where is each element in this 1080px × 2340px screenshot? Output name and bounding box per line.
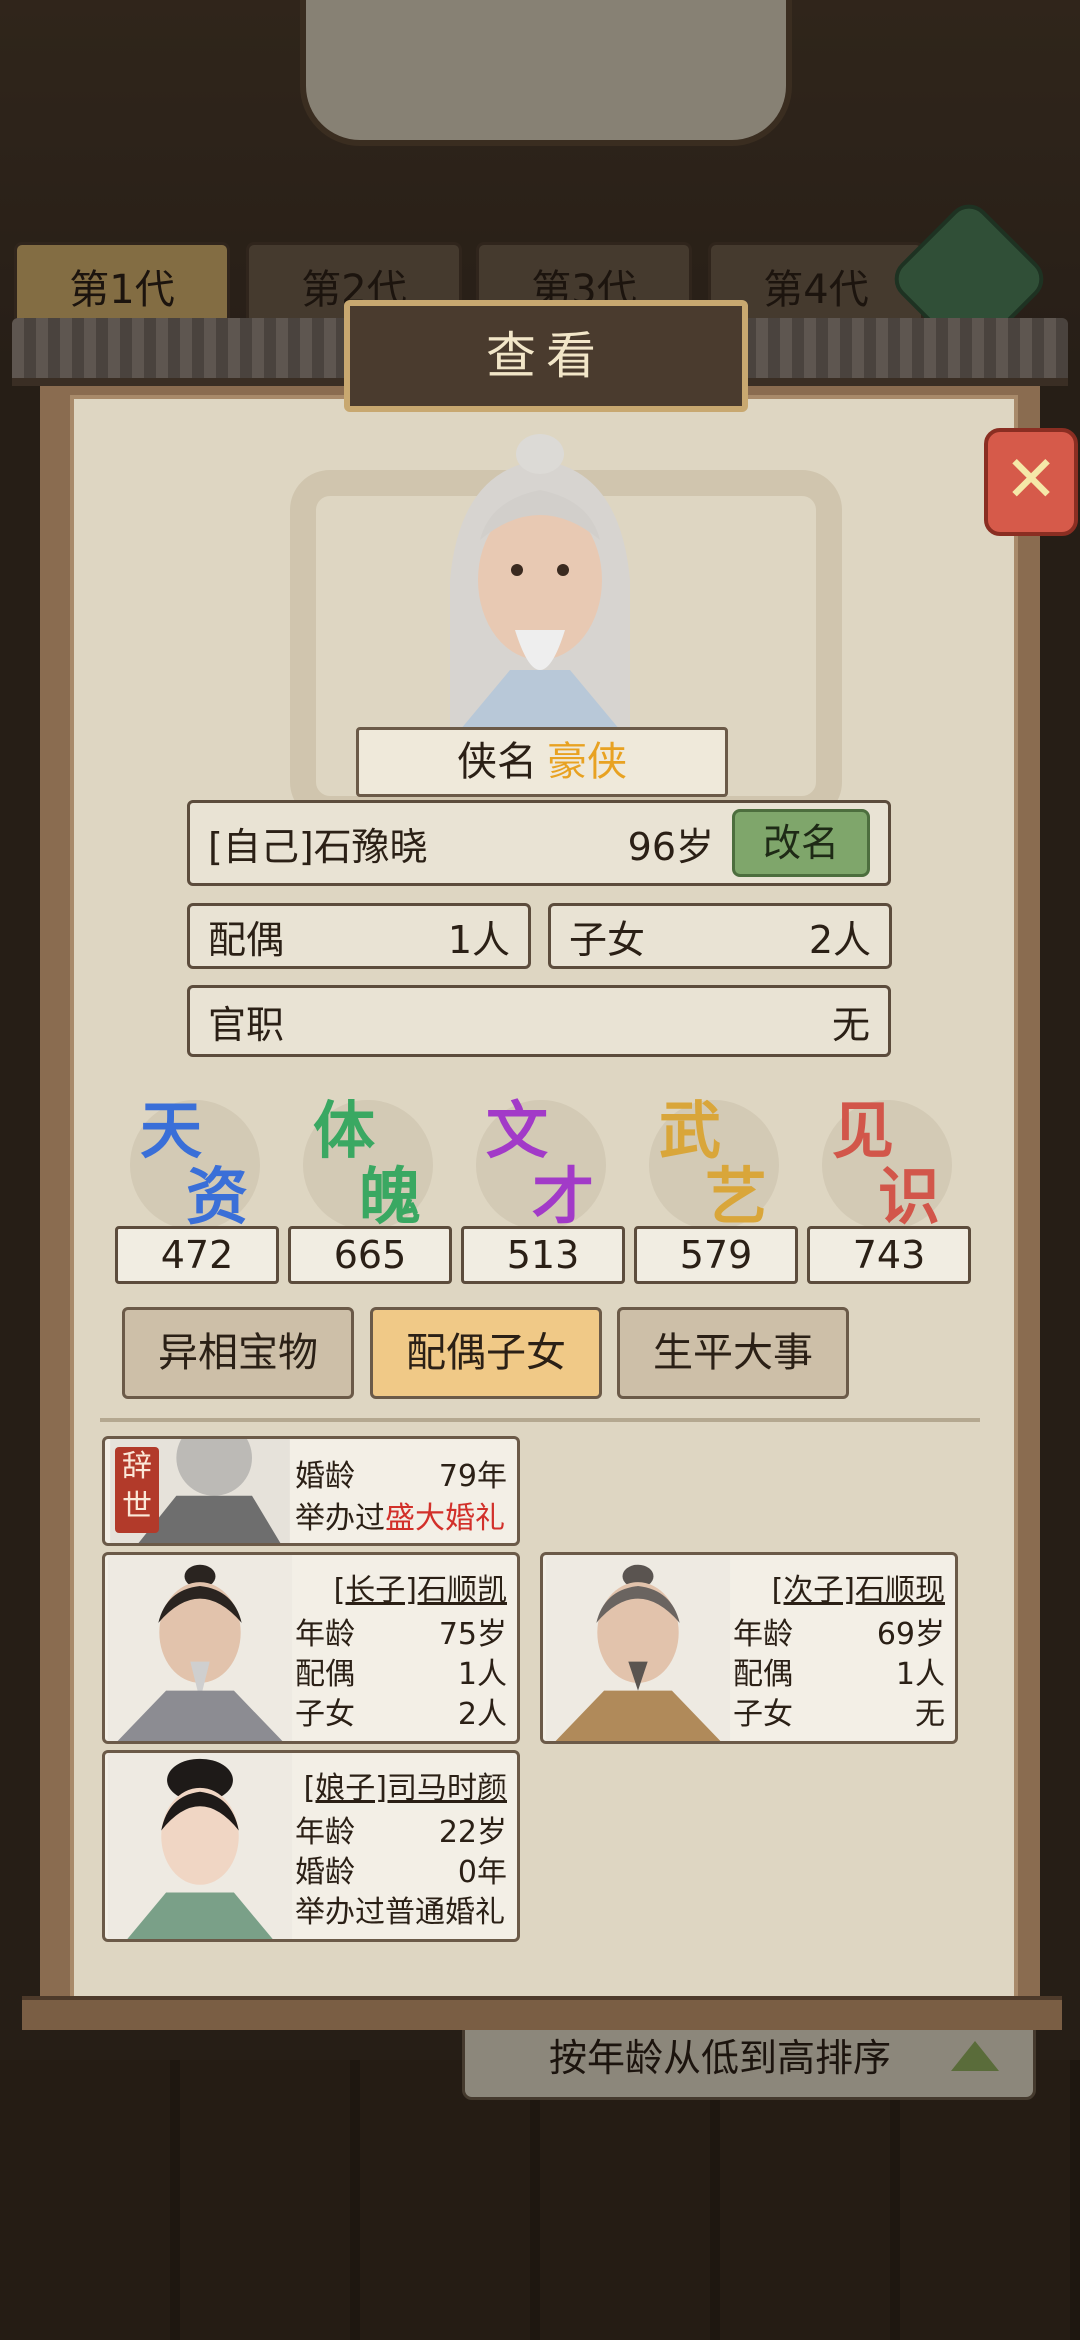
age-label: 年龄 [295,1617,355,1652]
stat-physique: 体 魄 [313,1080,433,1233]
spouse-label: 配偶 [208,917,285,962]
stat-value: 743 [807,1226,971,1284]
character-name: [自己]石豫晓 [208,824,428,869]
second-son-name[interactable]: [次子]石顺现 [733,1567,945,1608]
divider [100,1418,980,1422]
age-label: 年龄 [733,1617,793,1652]
age-label: 年龄 [295,1815,355,1850]
stat-char: 魄 [359,1160,422,1233]
marriage-age-label: 婚龄 [295,1855,355,1890]
family-card-deceased-wife[interactable]: 辞世 婚龄 79年 举办过 盛大婚礼 [102,1436,520,1546]
stat-char: 识 [878,1160,941,1233]
family-card-concubine[interactable]: [娘子]司马时颜 年龄 22岁 婚龄 0年 举办过普通婚礼 [102,1750,520,1942]
age-value: 69岁 [876,1617,945,1652]
concubine-name[interactable]: [娘子]司马时颜 [295,1765,507,1806]
spouse-count-box: 配偶 1人 [187,903,531,969]
age-value: 75岁 [438,1617,507,1652]
close-button[interactable]: ✕ [984,428,1078,536]
stat-value: 665 [288,1226,452,1284]
character-name-row: [自己]石豫晓 96岁 改名 [187,800,891,886]
stat-talent: 天 资 [140,1080,260,1233]
spouse-label: 配偶 [733,1657,793,1692]
children-value: 2人 [808,917,871,962]
stat-char: 艺 [705,1160,768,1233]
stat-value: 579 [634,1226,798,1284]
spouse-value: 1人 [447,917,510,962]
office-label: 官职 [208,1002,285,1047]
wedding-type: 盛大婚礼 [385,1501,505,1536]
tab-life-events[interactable]: 生平大事 [617,1307,849,1399]
marriage-age-value: 0年 [457,1855,507,1890]
tab-spouse-children[interactable]: 配偶子女 [370,1307,602,1399]
children-value: 无 [915,1697,945,1732]
children-count-box: 子女 2人 [548,903,892,969]
tab-treasures[interactable]: 异相宝物 [122,1307,354,1399]
office-value: 无 [831,1002,870,1047]
marriage-age-value: 79年 [438,1459,507,1494]
children-label: 子女 [569,917,646,962]
children-value: 2人 [457,1697,507,1732]
hero-title-tag: 侠名 豪侠 [356,727,728,797]
rename-button[interactable]: 改名 [732,809,870,877]
portrait-concubine [107,1753,293,1939]
stat-insight: 见 识 [832,1080,952,1233]
bottom-rail [22,1996,1062,2030]
dialog-title: 查看 [344,300,748,412]
stat-martial: 武 艺 [659,1080,779,1233]
deceased-badge: 辞世 [115,1447,159,1533]
age-value: 22岁 [438,1815,507,1850]
wedding-prefix: 举办过 [295,1501,385,1536]
character-portrait [450,434,630,730]
character-age: 96岁 [627,824,714,869]
spouse-value: 1人 [895,1657,945,1692]
hero-title-value: 豪侠 [547,739,627,785]
stat-char: 才 [532,1160,595,1233]
stat-value: 472 [115,1226,279,1284]
spouse-label: 配偶 [295,1657,355,1692]
stat-value: 513 [461,1226,625,1284]
office-box: 官职 无 [187,985,891,1057]
stat-literacy: 文 才 [486,1080,606,1233]
stat-char: 资 [186,1160,249,1233]
hero-title-label: 侠名 [457,739,537,785]
portrait-eldest-son [107,1555,293,1741]
wedding-text: 举办过普通婚礼 [295,1895,505,1930]
marriage-age-label: 婚龄 [295,1459,355,1494]
family-card-eldest-son[interactable]: [长子]石顺凯 年龄 75岁 配偶 1人 子女 2人 [102,1552,520,1744]
spouse-value: 1人 [457,1657,507,1692]
portrait-second-son [545,1555,731,1741]
eldest-son-name[interactable]: [长子]石顺凯 [295,1567,507,1608]
children-label: 子女 [733,1697,793,1732]
children-label: 子女 [295,1697,355,1732]
family-card-second-son[interactable]: [次子]石顺现 年龄 69岁 配偶 1人 子女 无 [540,1552,958,1744]
